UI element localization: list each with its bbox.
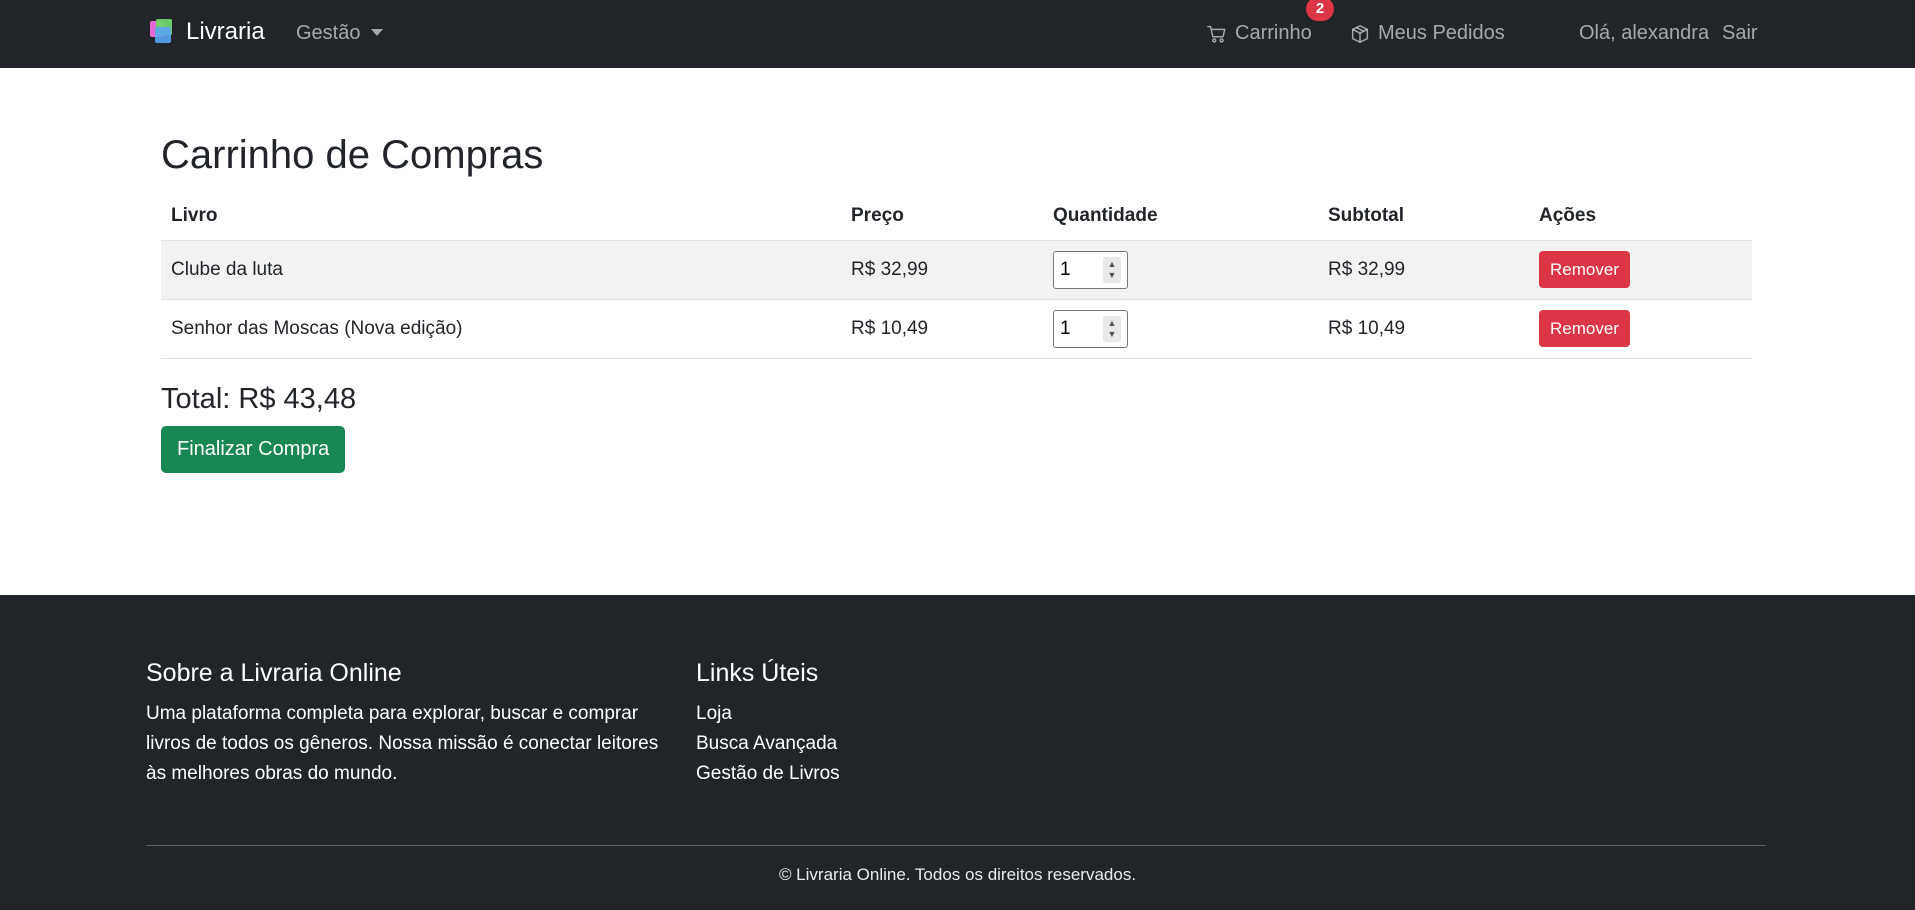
footer-copyright: © Livraria Online. Todos os direitos res… xyxy=(778,865,1137,884)
header-subtotal: Subtotal xyxy=(1318,192,1529,241)
spinner-icon[interactable]: ▲ ▼ xyxy=(1103,256,1121,283)
quantity-stepper[interactable]: 1 ▲ ▼ xyxy=(1053,250,1128,289)
book-subtotal: R$ 10,49 xyxy=(1318,299,1529,359)
footer-about-title: Sobre a Livraria Online xyxy=(146,659,402,687)
quantity-stepper[interactable]: 1 ▲ ▼ xyxy=(1053,309,1128,348)
box-icon xyxy=(1351,24,1369,43)
table-row: Clube da luta R$ 32,99 1 ▲ ▼ R$ 32,99 Rem… xyxy=(161,240,1752,300)
header-price: Preço xyxy=(841,192,1043,241)
quantity-value: 1 xyxy=(1060,258,1071,280)
page-title: Carrinho de Compras xyxy=(161,133,544,177)
brand-name: Livraria xyxy=(186,18,265,45)
footer-about-text: Uma plataforma completa para explorar, b… xyxy=(146,703,659,784)
books-logo-icon xyxy=(150,19,176,45)
cart-label: Carrinho xyxy=(1235,22,1312,44)
caret-down-icon xyxy=(371,29,384,36)
footer-link-loja[interactable]: Loja xyxy=(696,699,996,729)
remove-button[interactable]: Remover xyxy=(1539,310,1630,347)
book-price: R$ 10,49 xyxy=(841,299,1043,359)
quantity-value: 1 xyxy=(1060,317,1071,339)
book-title: Clube da luta xyxy=(161,240,841,300)
header-quantity: Quantidade xyxy=(1043,192,1318,241)
book-title: Senhor das Moscas (Nova edição) xyxy=(161,299,841,359)
cart-link[interactable]: Carrinho xyxy=(1206,22,1312,45)
logout-link[interactable]: Sair xyxy=(1722,22,1758,45)
cart-total: Total: R$ 43,48 xyxy=(161,382,357,415)
footer-link-gestao[interactable]: Gestão de Livros xyxy=(696,759,996,789)
cart-count-badge: 2 xyxy=(1306,0,1334,21)
site-footer: Sobre a Livraria Online Uma plataforma c… xyxy=(0,595,1915,910)
gestao-label: Gestão xyxy=(296,22,361,44)
footer-about: Sobre a Livraria Online Uma plataforma c… xyxy=(146,655,666,789)
table-row: Senhor das Moscas (Nova edição) R$ 10,49… xyxy=(161,299,1752,359)
header-book: Livro xyxy=(161,192,841,241)
user-greeting: Olá, alexandra xyxy=(1579,22,1710,44)
top-navbar: Livraria Gestão Carrinho 2 Meus Pedidos … xyxy=(0,0,1915,68)
footer-link-busca[interactable]: Busca Avançada xyxy=(696,729,996,759)
spinner-icon[interactable]: ▲ ▼ xyxy=(1103,315,1121,342)
footer-links: Links Úteis Loja Busca Avançada Gestão d… xyxy=(696,655,996,789)
finish-purchase-button[interactable]: Finalizar Compra xyxy=(161,425,346,473)
brand-link[interactable]: Livraria xyxy=(150,18,265,46)
cart-table: Livro Preço Quantidade Subtotal Ações Cl… xyxy=(161,192,1752,359)
header-actions: Ações xyxy=(1529,192,1752,241)
main-content: Carrinho de Compras Livro Preço Quantida… xyxy=(161,130,1752,473)
table-header-row: Livro Preço Quantidade Subtotal Ações xyxy=(161,192,1752,241)
footer-divider xyxy=(146,845,1766,846)
remove-button[interactable]: Remover xyxy=(1539,251,1630,288)
gestao-dropdown[interactable]: Gestão xyxy=(296,22,384,45)
orders-label: Meus Pedidos xyxy=(1378,22,1505,44)
orders-link[interactable]: Meus Pedidos xyxy=(1349,22,1505,45)
book-price: R$ 32,99 xyxy=(841,240,1043,300)
book-subtotal: R$ 32,99 xyxy=(1318,240,1529,300)
footer-links-title: Links Úteis xyxy=(696,659,819,687)
cart-icon xyxy=(1207,25,1226,43)
